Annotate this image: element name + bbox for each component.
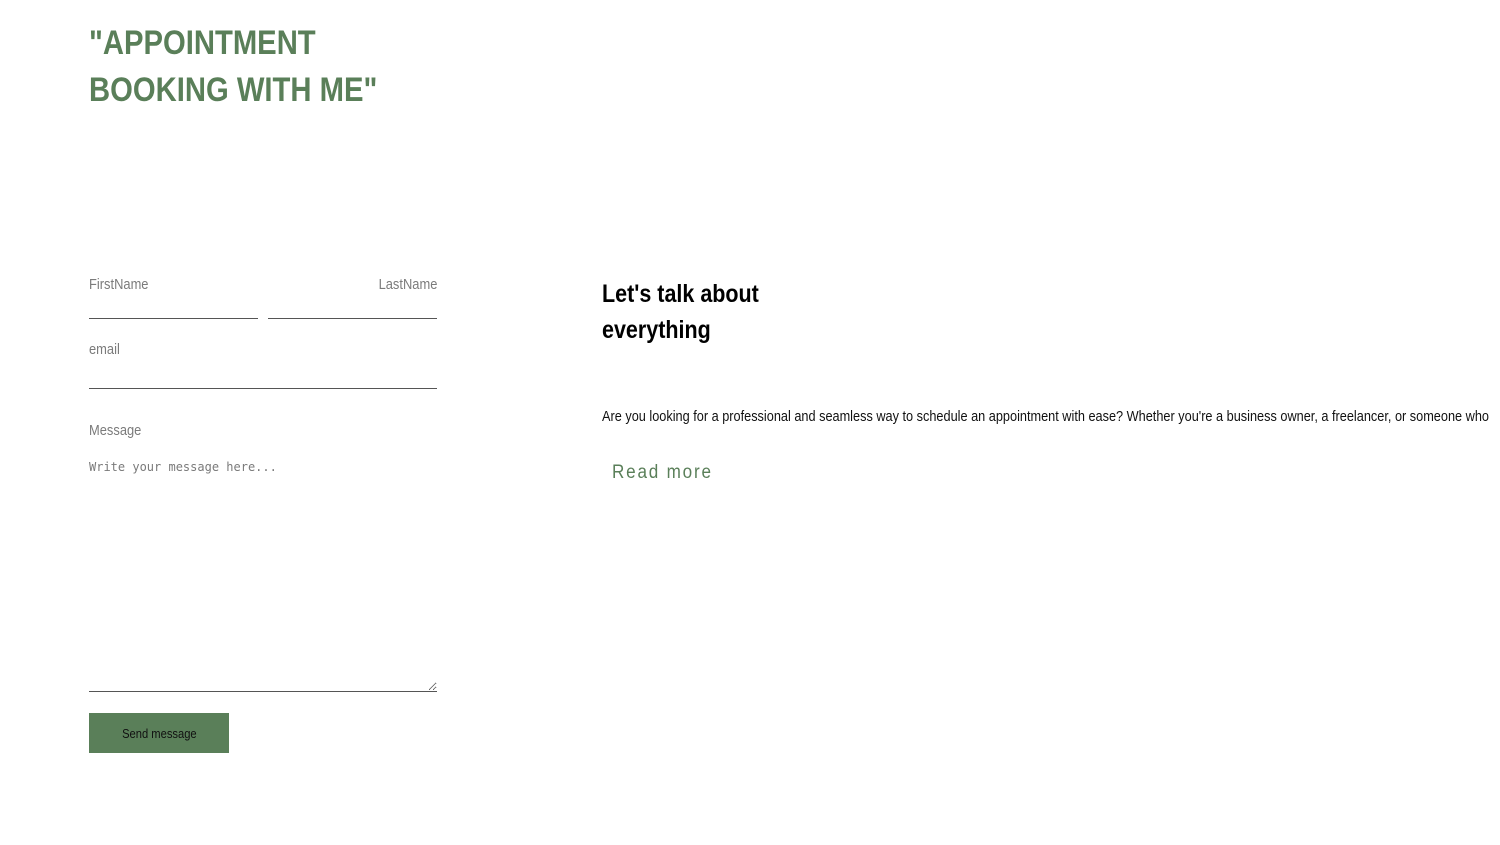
info-body: Are you looking for a professional and s…	[602, 408, 1489, 425]
first-name-label: FirstName	[89, 276, 149, 293]
email-field[interactable]	[89, 367, 437, 389]
email-label: email	[89, 341, 120, 358]
page: "APPOINTMENT BOOKING WITH ME" FirstName …	[0, 0, 1500, 845]
send-message-label: Send message	[121, 725, 197, 741]
email-block: email	[89, 341, 437, 423]
send-message-button[interactable]: Send message	[89, 713, 229, 753]
name-row: FirstName LastName	[89, 270, 437, 319]
info-heading: Let's talk about everything	[602, 280, 759, 344]
message-label: Message	[89, 422, 142, 439]
first-name-input[interactable]	[89, 298, 258, 319]
booking-form: FirstName LastName email	[89, 270, 437, 423]
message-label-wrap: Message	[89, 422, 150, 440]
page-title: "APPOINTMENT BOOKING WITH ME"	[89, 24, 378, 109]
last-name-input[interactable]	[268, 298, 437, 319]
info-section: Let's talk about everything Are you look…	[602, 276, 1500, 483]
message-textarea[interactable]	[89, 460, 437, 692]
last-name-label: LastName	[378, 276, 437, 293]
read-more-link[interactable]: Read more	[612, 462, 713, 484]
